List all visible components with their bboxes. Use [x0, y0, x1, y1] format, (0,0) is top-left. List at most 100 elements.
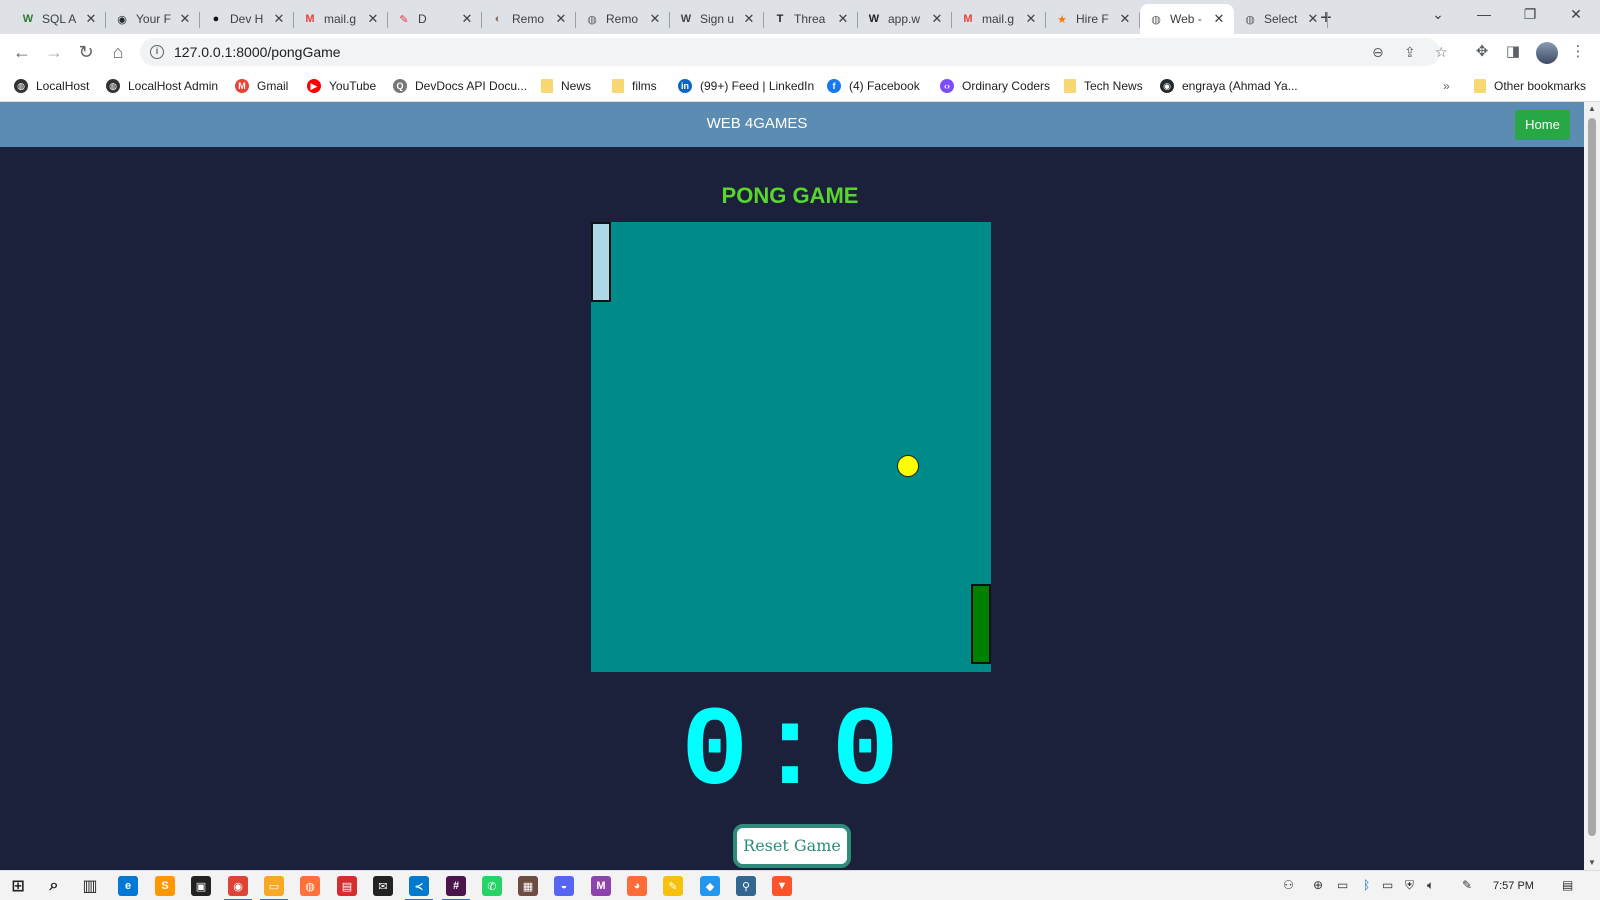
close-window-icon[interactable]: ✕ — [1554, 0, 1598, 30]
brave-icon[interactable]: ▼ — [772, 876, 792, 896]
m-app-icon[interactable]: M — [591, 876, 611, 896]
slack-icon[interactable]: # — [442, 876, 470, 900]
sublime-icon[interactable]: S — [155, 876, 175, 896]
discord-icon[interactable]: ◒ — [554, 876, 574, 896]
scroll-thumb[interactable] — [1588, 118, 1596, 836]
tab-close-icon[interactable]: ✕ — [1024, 11, 1038, 27]
tab-close-icon[interactable]: ✕ — [1306, 11, 1320, 27]
clock[interactable]: 7:57 PM — [1493, 880, 1534, 892]
browser-tab[interactable]: W Sign u ✕ — [670, 4, 764, 34]
home-icon[interactable]: ⌂ — [104, 38, 132, 66]
bookmark-item[interactable]: in (99+) Feed | LinkedIn — [678, 77, 814, 95]
notifications-icon[interactable]: ▤ — [1562, 878, 1573, 892]
bookmark-item[interactable]: ◍ LocalHost Admin — [106, 77, 218, 95]
edge-icon[interactable]: e — [118, 876, 138, 896]
task-view-icon[interactable]: ▥ — [80, 876, 100, 896]
minimize-icon[interactable]: — — [1462, 0, 1506, 30]
bookmark-item[interactable]: ‹› Ordinary Coders — [940, 77, 1050, 95]
bookmark-star-icon[interactable]: ☆ — [1435, 44, 1448, 61]
back-icon[interactable]: ← — [8, 38, 36, 66]
tab-close-icon[interactable]: ✕ — [178, 11, 192, 27]
chrome-icon[interactable]: ◉ — [224, 876, 252, 900]
store-icon[interactable]: ▣ — [191, 876, 211, 896]
tab-close-icon[interactable]: ✕ — [930, 11, 944, 27]
scroll-down-icon[interactable]: ▼ — [1587, 858, 1597, 867]
tab-close-icon[interactable]: ✕ — [460, 11, 474, 27]
tab-close-icon[interactable]: ✕ — [1118, 11, 1132, 27]
bookmark-item[interactable]: M Gmail — [235, 77, 288, 95]
windows-start-icon[interactable]: ⊞ — [8, 876, 28, 896]
bookmark-item[interactable]: ▶ YouTube — [307, 77, 376, 95]
security-icon[interactable]: ⛨ — [1405, 878, 1414, 893]
page-scrollbar[interactable]: ▲ ▼ — [1584, 102, 1600, 870]
url-text[interactable]: 127.0.0.1:8000/pongGame — [174, 44, 341, 60]
browser-tab[interactable]: ✎ D ✕ — [388, 4, 482, 34]
tab-close-icon[interactable]: ✕ — [648, 11, 662, 27]
bluetooth-icon[interactable]: ᛒ — [1363, 878, 1370, 892]
pen-icon[interactable]: ✎ — [1462, 878, 1472, 892]
scroll-up-icon[interactable]: ▲ — [1587, 104, 1597, 113]
share-icon[interactable]: ⇪ — [1404, 44, 1416, 61]
app-red-icon[interactable]: ▤ — [337, 876, 357, 896]
tab-close-icon[interactable]: ✕ — [554, 11, 568, 27]
zoom-icon[interactable]: ⊖ — [1372, 44, 1384, 61]
forward-icon[interactable]: → — [40, 38, 68, 66]
tab-close-icon[interactable]: ✕ — [1212, 11, 1226, 27]
bookmark-item[interactable]: ◉ engraya (Ahmad Ya... — [1160, 77, 1298, 95]
battery-icon[interactable]: ▭ — [1337, 878, 1348, 892]
search-icon[interactable]: ⌕ — [44, 876, 64, 896]
docker-icon[interactable]: ◆ — [700, 876, 720, 896]
explorer-icon[interactable]: ▭ — [260, 876, 288, 900]
display-icon[interactable]: ▭ — [1382, 878, 1393, 892]
address-bar[interactable]: i 127.0.0.1:8000/pongGame ⊖ ⇪ ☆ — [140, 38, 1448, 66]
browser-tab[interactable]: ● Dev H ✕ — [200, 4, 294, 34]
firefox-icon[interactable]: ◍ — [300, 876, 320, 896]
whatsapp-icon[interactable]: ✆ — [482, 876, 502, 896]
browser-tab[interactable]: ★ Hire F ✕ — [1046, 4, 1140, 34]
browser-tab[interactable]: ◍ Remo ✕ — [576, 4, 670, 34]
browser-tab[interactable]: T Threa ✕ — [764, 4, 858, 34]
browser-tab[interactable]: W SQL A ✕ — [12, 4, 106, 34]
bookmark-item[interactable]: News — [541, 77, 591, 95]
reload-icon[interactable]: ↻ — [72, 38, 100, 66]
site-info-icon[interactable]: i — [150, 45, 164, 59]
browser-tab[interactable]: ◉ Your F ✕ — [106, 4, 200, 34]
other-bookmarks[interactable]: Other bookmarks — [1474, 77, 1586, 95]
tab-search-icon[interactable]: ⌄ — [1416, 0, 1460, 30]
bookmark-item[interactable]: films — [612, 77, 657, 95]
pong-board[interactable] — [591, 222, 991, 672]
browser-tab[interactable]: Mmail.g ✕ — [952, 4, 1046, 34]
extensions-icon[interactable]: ✥ — [1472, 42, 1492, 62]
reset-game-button[interactable]: Reset Game — [733, 824, 851, 868]
browser-tab[interactable]: Mmail.g ✕ — [294, 4, 388, 34]
site-brand[interactable]: WEB 4GAMES — [0, 115, 1514, 132]
menu-icon[interactable]: ⋮ — [1568, 42, 1588, 62]
tab-close-icon[interactable]: ✕ — [836, 11, 850, 27]
home-button[interactable]: Home — [1515, 110, 1570, 140]
notepad-icon[interactable]: ▦ — [518, 876, 538, 896]
browser-tab[interactable]: ◍ Select ✕ — [1234, 4, 1328, 34]
postgres-icon[interactable]: ⚲ — [736, 876, 756, 896]
bookmark-item[interactable]: Tech News — [1064, 77, 1143, 95]
notes-icon[interactable]: ✎ — [663, 876, 683, 896]
bookmark-item[interactable]: ◍ LocalHost — [14, 77, 89, 95]
tab-close-icon[interactable]: ✕ — [84, 11, 98, 27]
browser-tab[interactable]: ◍ Web - ✕ — [1140, 4, 1234, 34]
vscode-icon[interactable]: ≺ — [405, 876, 433, 900]
browser-tab[interactable]: Wapp.w ✕ — [858, 4, 952, 34]
profile-avatar[interactable] — [1536, 42, 1558, 64]
people-icon[interactable]: ⚇ — [1283, 878, 1294, 892]
network-icon[interactable]: ⊕ — [1313, 878, 1323, 892]
tab-close-icon[interactable]: ✕ — [272, 11, 286, 27]
bookmark-item[interactable]: Q DevDocs API Docu... — [393, 77, 527, 95]
mail-icon[interactable]: ✉ — [373, 876, 393, 896]
postman-icon[interactable]: ◕ — [627, 876, 647, 896]
bookmark-item[interactable]: f (4) Facebook — [827, 77, 920, 95]
side-panel-icon[interactable]: ◨ — [1503, 42, 1523, 62]
browser-tab[interactable]: ◐ Remo ✕ — [482, 4, 576, 34]
tab-close-icon[interactable]: ✕ — [742, 11, 756, 27]
restore-icon[interactable]: ❐ — [1508, 0, 1552, 30]
bookmarks-overflow-icon[interactable]: » — [1443, 77, 1450, 95]
tab-close-icon[interactable]: ✕ — [366, 11, 380, 27]
volume-icon[interactable]: 🔈︎ — [1427, 878, 1434, 893]
